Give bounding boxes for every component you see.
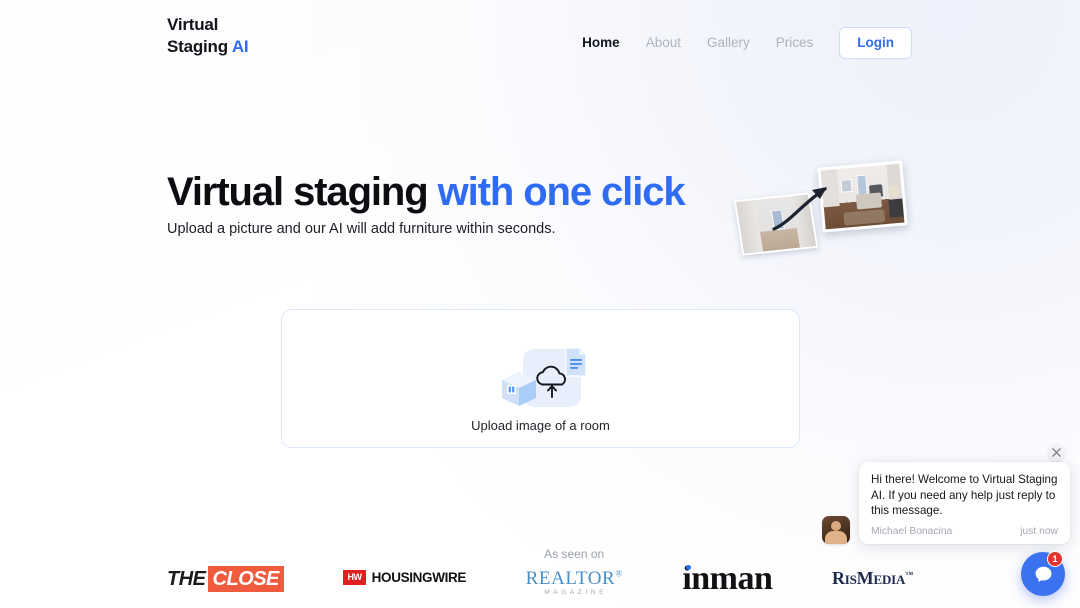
chat-timestamp: just now xyxy=(1020,525,1058,537)
hero-illustration xyxy=(728,156,923,261)
brand-highlight-ai: AI xyxy=(231,37,249,56)
upload-label: Upload image of a room xyxy=(471,418,610,433)
housingwire-text: HOUSINGWIRE xyxy=(371,569,467,585)
rismedia-text-4: EDIA xyxy=(873,572,906,587)
press-logo-realtor-magazine: As seen on REALTOR® MAGAZINE xyxy=(526,536,623,596)
the-close-text-1: THE xyxy=(167,568,206,590)
as-seen-on-label: As seen on xyxy=(544,546,605,561)
chat-close-button[interactable] xyxy=(1048,444,1065,461)
inman-dot-icon xyxy=(686,565,692,570)
hero-title-plain: Virtual staging xyxy=(167,170,438,214)
realtor-magazine-subtext: MAGAZINE xyxy=(544,588,608,596)
transform-arrow-icon xyxy=(772,187,827,231)
chat-message[interactable]: Hi there! Welcome to Virtual Staging AI.… xyxy=(822,462,1070,544)
press-logo-inman: inman xyxy=(682,536,773,597)
nav-item-gallery[interactable]: Gallery xyxy=(694,32,763,54)
upload-image-icon xyxy=(495,347,587,411)
housingwire-mark: HW xyxy=(343,569,366,585)
rismedia-text-1: R xyxy=(831,568,845,588)
press-logo-the-close: THE CLOSE xyxy=(167,536,284,596)
brand-line-1: Virtual xyxy=(167,15,219,34)
nav-item-prices[interactable]: Prices xyxy=(763,32,827,54)
login-button[interactable]: Login xyxy=(839,27,912,59)
upload-dropzone-content: Upload image of a room xyxy=(282,347,799,435)
press-logos-section: THE CLOSE HW HOUSINGWIRE As seen on REALT… xyxy=(167,536,913,596)
rismedia-text-2: IS xyxy=(844,572,857,587)
avatar xyxy=(822,515,850,544)
close-icon xyxy=(1052,448,1061,457)
page-root: Virtual Staging AI Home About Gallery Pr… xyxy=(0,0,1080,608)
realtor-text: REALTOR xyxy=(525,567,616,589)
hero-title-accent: with one click xyxy=(437,170,686,214)
chat-message-meta: Michael Bonacina just now xyxy=(871,526,1058,537)
chat-message-text: Hi there! Welcome to Virtual Staging AI.… xyxy=(871,473,1058,518)
rismedia-tm-mark: ™ xyxy=(905,570,913,579)
chat-unread-badge: 1 xyxy=(1047,551,1063,567)
nav-item-home[interactable]: Home xyxy=(569,32,633,54)
cloud-upload-icon xyxy=(535,365,566,398)
nav-item-about[interactable]: About xyxy=(633,32,694,54)
chat-bubble[interactable]: Hi there! Welcome to Virtual Staging AI.… xyxy=(859,462,1070,544)
press-logo-housingwire: HW HOUSINGWIRE xyxy=(343,536,466,596)
hero-subtitle: Upload a picture and our AI will add fur… xyxy=(167,221,556,237)
brand-line-2-text: Staging xyxy=(167,37,228,56)
site-header: Virtual Staging AI Home About Gallery Pr… xyxy=(0,0,1080,76)
hero-title: Virtual staging with one click xyxy=(167,166,686,218)
realtor-registered-mark: ® xyxy=(615,568,623,579)
rismedia-text-3: M xyxy=(856,568,874,588)
inman-text: inman xyxy=(682,560,773,597)
brand-logo[interactable]: Virtual Staging AI xyxy=(167,14,249,58)
brand-line-2: Staging AI xyxy=(167,36,249,58)
upload-dropzone[interactable]: Upload image of a room xyxy=(281,309,800,448)
main-navigation: Home About Gallery Prices Login xyxy=(569,27,912,59)
press-logo-rismedia: RISMEDIA™ xyxy=(832,536,913,596)
the-close-text-2: CLOSE xyxy=(207,566,284,592)
chat-bubble-icon xyxy=(1035,566,1051,582)
chat-sender-name: Michael Bonacina xyxy=(871,525,953,537)
